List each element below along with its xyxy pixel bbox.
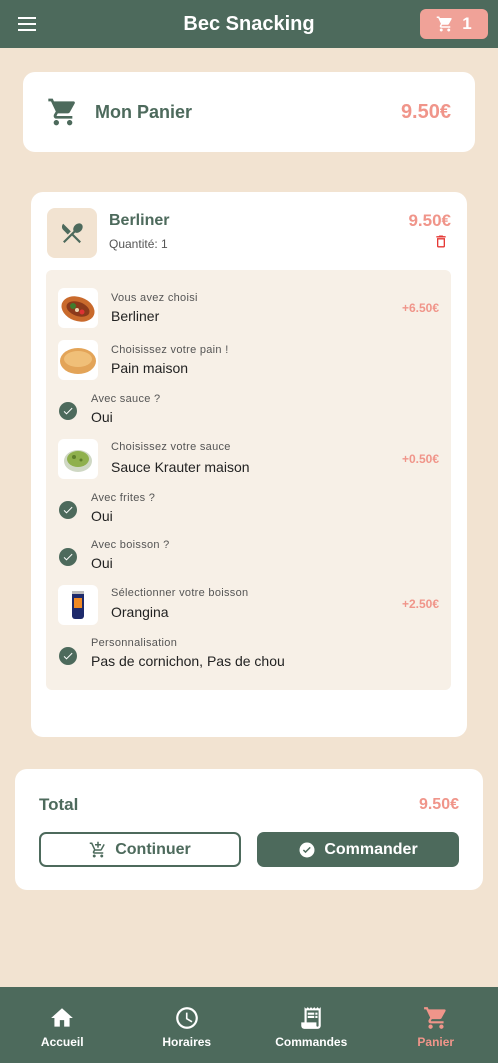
option-label: Avec sauce ? (91, 393, 161, 405)
option-extra-price: +2.50€ (401, 597, 439, 611)
app-title: Bec Snacking (183, 12, 315, 35)
item-thumbnail (47, 208, 97, 258)
option-value: Oui (91, 555, 113, 571)
nav-item-commandes[interactable]: Commandes (249, 987, 374, 1063)
option-row: Avec sauce ? Oui (46, 392, 451, 430)
item-price: 9.50€ (408, 211, 451, 230)
check-icon (59, 501, 77, 519)
option-label: Choisissez votre pain ! (111, 344, 229, 356)
total-value: 9.50€ (418, 796, 459, 813)
check-icon (59, 548, 77, 566)
option-row: Avec frites ? Oui (46, 491, 451, 529)
nav-label: Commandes (275, 1035, 348, 1049)
bread-image (58, 340, 98, 380)
check-icon (59, 647, 77, 665)
option-row: Sélectionner votre boisson Orangina +2.5… (46, 583, 451, 627)
header-price: 9.50€ (400, 100, 451, 123)
cart-icon (423, 1007, 446, 1029)
page-title: Mon Panier (95, 101, 193, 122)
option-row: Choisissez votre pain ! Pain maison (46, 338, 451, 382)
cart-item-card: Berliner Quantité: 1 9.50€ Vous avez cho… (31, 192, 467, 737)
option-row: Avec boisson ? Oui (46, 538, 451, 576)
trash-icon (436, 235, 446, 248)
nav-label: Panier (417, 1035, 455, 1049)
can-image (58, 585, 98, 625)
option-extra-price: +6.50€ (401, 301, 439, 315)
option-value: Berliner (111, 308, 160, 324)
bottom-navigation: Accueil Horaires Commandes Panier (0, 987, 498, 1063)
cart-header-card: Mon Panier 9.50€ (23, 72, 475, 152)
continue-label: Continuer (115, 840, 191, 858)
check-icon (59, 402, 77, 420)
option-label: Avec boisson ? (91, 539, 170, 551)
item-quantity: Quantité: 1 (109, 237, 168, 251)
option-value: Pas de cornichon, Pas de chou (91, 653, 285, 669)
home-icon (51, 1008, 74, 1027)
cart-icon (437, 16, 452, 32)
option-label: Choisissez votre sauce (111, 441, 231, 453)
add-cart-icon (89, 841, 106, 857)
nav-label: Horaires (162, 1035, 212, 1049)
menu-icon[interactable] (14, 12, 40, 36)
option-label: Personnalisation (91, 637, 178, 649)
option-value: Orangina (111, 604, 169, 620)
total-card: Total 9.50€ Continuer Commander (15, 769, 483, 890)
cart-icon (48, 98, 75, 126)
nav-item-horaires[interactable]: Horaires (125, 987, 250, 1063)
option-label: Vous avez choisi (111, 292, 198, 304)
option-row: Personnalisation Pas de cornichon, Pas d… (46, 637, 451, 675)
option-value: Oui (91, 409, 113, 425)
check-circle-icon (299, 842, 315, 857)
delete-button[interactable] (433, 233, 449, 255)
option-label: Sélectionner votre boisson (111, 587, 249, 599)
receipt-icon (301, 1007, 321, 1029)
order-label: Commander (324, 840, 418, 858)
option-extra-price: +0.50€ (401, 452, 439, 466)
nav-label: Accueil (40, 1035, 84, 1049)
total-label: Total (39, 795, 79, 814)
item-options: Vous avez choisi Berliner +6.50€ Choisis… (46, 270, 451, 690)
nav-item-panier[interactable]: Panier (374, 987, 498, 1063)
item-name: Berliner (109, 212, 170, 229)
cart-button[interactable]: 1 (420, 9, 488, 39)
clock-icon (175, 1007, 198, 1029)
cart-count: 1 (462, 14, 472, 33)
kebab-image (58, 288, 98, 328)
option-value: Sauce Krauter maison (111, 459, 250, 475)
option-value: Pain maison (111, 360, 189, 376)
utensils-icon (61, 223, 83, 244)
option-row: Vous avez choisi Berliner +6.50€ (46, 286, 451, 330)
sauce-image (58, 439, 98, 479)
top-app-bar: Bec Snacking 1 (0, 0, 498, 48)
option-value: Oui (91, 508, 113, 524)
order-button[interactable]: Commander (257, 832, 459, 867)
nav-item-accueil[interactable]: Accueil (0, 987, 125, 1063)
option-row: Choisissez votre sauce Sauce Krauter mai… (46, 437, 451, 481)
option-label: Avec frites ? (91, 492, 156, 504)
continue-button[interactable]: Continuer (39, 832, 241, 867)
